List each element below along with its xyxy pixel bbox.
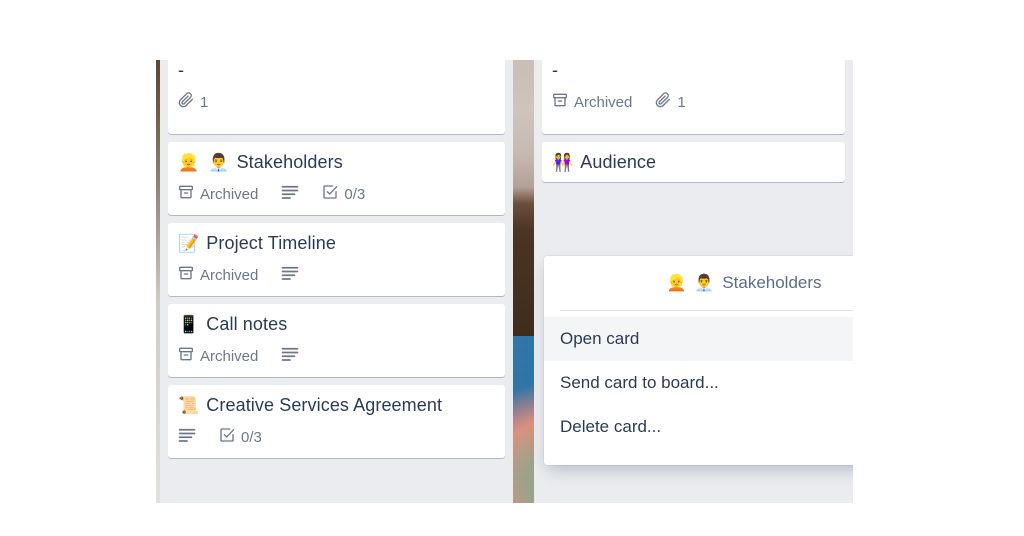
card-title: 👭 Audience bbox=[552, 150, 835, 174]
card-item[interactable]: 📜 Creative Services Agreement 0/3 bbox=[168, 385, 505, 458]
office-worker-emoji: 👨‍💼 bbox=[694, 275, 715, 292]
card-title: 📝 Project Timeline bbox=[178, 231, 495, 255]
badge-description bbox=[281, 346, 299, 367]
card-badges: 0/3 bbox=[178, 427, 495, 448]
card-title-text: Audience bbox=[580, 152, 657, 172]
badge-attachment: 1 bbox=[178, 92, 208, 113]
card-title: 📜 Creative Services Agreement bbox=[178, 393, 495, 417]
card-badges: Archived 1 bbox=[552, 92, 835, 113]
badge-archived: Archived bbox=[178, 346, 258, 367]
person-blond-emoji: 👱 bbox=[666, 275, 687, 292]
description-icon bbox=[281, 184, 299, 205]
badge-archived: Archived bbox=[178, 184, 258, 205]
attachment-icon bbox=[178, 92, 194, 113]
menu-item-send-card-to-board[interactable]: Send card to board... bbox=[544, 361, 853, 405]
card-badges: Archived bbox=[178, 346, 495, 367]
archive-icon bbox=[178, 265, 194, 286]
card-badges: Archived 0/3 bbox=[178, 184, 495, 205]
card-title-text: Call notes bbox=[206, 314, 288, 334]
badge-description bbox=[281, 265, 299, 286]
attachment-icon bbox=[655, 92, 671, 113]
board-background-sliver bbox=[513, 60, 534, 336]
badge-archived: Archived bbox=[178, 265, 258, 286]
office-worker-emoji: 👨‍💼 bbox=[208, 152, 230, 172]
card-item[interactable]: - 1 bbox=[168, 60, 505, 134]
card-item[interactable]: - Archived 1 bbox=[542, 60, 845, 134]
archive-icon bbox=[178, 346, 194, 367]
menu-item-open-card[interactable]: Open card bbox=[544, 317, 853, 361]
card-item[interactable]: 📱 Call notes Archived bbox=[168, 304, 505, 377]
description-icon bbox=[281, 265, 299, 286]
popup-header: 👱 👨‍💼 Stakeholders bbox=[544, 256, 853, 310]
badge-checklist-label: 0/3 bbox=[344, 185, 366, 203]
card-item[interactable]: 👭 Audience bbox=[542, 142, 845, 182]
badge-attachment: 1 bbox=[655, 92, 686, 113]
card-title-text: Creative Services Agreement bbox=[206, 395, 443, 415]
description-icon bbox=[281, 346, 299, 367]
screenshot-root: - 1 👱 👨‍💼 bbox=[0, 0, 1024, 536]
card-badges: 1 bbox=[178, 92, 495, 113]
card-title-text: - bbox=[178, 60, 185, 80]
badge-archived-label: Archived bbox=[200, 185, 259, 203]
card-title: - bbox=[552, 60, 835, 82]
card-title: 📱 Call notes bbox=[178, 312, 495, 336]
archive-icon bbox=[178, 184, 194, 205]
mobile-phone-emoji: 📱 bbox=[178, 314, 200, 334]
card-title: 👱 👨‍💼 Stakeholders bbox=[178, 150, 495, 174]
badge-description bbox=[281, 184, 299, 205]
card-title-text: Stakeholders bbox=[236, 152, 343, 172]
badge-archived-label: Archived bbox=[200, 266, 259, 284]
two-people-holding-hands-emoji: 👭 bbox=[552, 152, 574, 172]
card-context-menu: 👱 👨‍💼 Stakeholders Open card Send card t… bbox=[544, 256, 853, 465]
card-list-left: - 1 👱 👨‍💼 bbox=[160, 60, 513, 503]
checklist-icon bbox=[322, 184, 338, 205]
card-emoji-group: 👱 👨‍💼 bbox=[178, 154, 230, 171]
badge-attachment-label: 1 bbox=[677, 93, 686, 111]
badge-attachment-label: 1 bbox=[200, 93, 209, 111]
scroll-emoji: 📜 bbox=[178, 395, 200, 415]
card-item[interactable]: 👱 👨‍💼 Stakeholders Archived bbox=[168, 142, 505, 215]
description-icon bbox=[178, 427, 196, 448]
card-title-text: Project Timeline bbox=[206, 233, 336, 253]
archive-icon bbox=[552, 92, 568, 113]
person-blond-emoji: 👱 bbox=[178, 152, 200, 172]
card-title-text: - bbox=[552, 60, 559, 80]
menu-item-delete-card[interactable]: Delete card... bbox=[544, 405, 853, 449]
badge-archived: Archived bbox=[552, 92, 632, 113]
card-badges: Archived bbox=[178, 265, 495, 286]
checklist-icon bbox=[219, 427, 235, 448]
badge-checklist: 0/3 bbox=[322, 184, 365, 205]
card-title: - bbox=[178, 60, 495, 82]
popup-menu-list: Open card Send card to board... Delete c… bbox=[544, 311, 853, 465]
badge-archived-label: Archived bbox=[200, 347, 259, 365]
card-item[interactable]: 📝 Project Timeline Archived bbox=[168, 223, 505, 296]
badge-archived-label: Archived bbox=[574, 93, 633, 111]
badge-checklist: 0/3 bbox=[219, 427, 262, 448]
memo-emoji: 📝 bbox=[178, 233, 200, 253]
badge-checklist-label: 0/3 bbox=[241, 428, 262, 446]
popup-title: 👱 👨‍💼 Stakeholders bbox=[666, 273, 821, 293]
badge-description bbox=[178, 427, 196, 448]
trello-board-viewport: - 1 👱 👨‍💼 bbox=[156, 60, 853, 503]
popup-title-text: Stakeholders bbox=[722, 273, 822, 292]
